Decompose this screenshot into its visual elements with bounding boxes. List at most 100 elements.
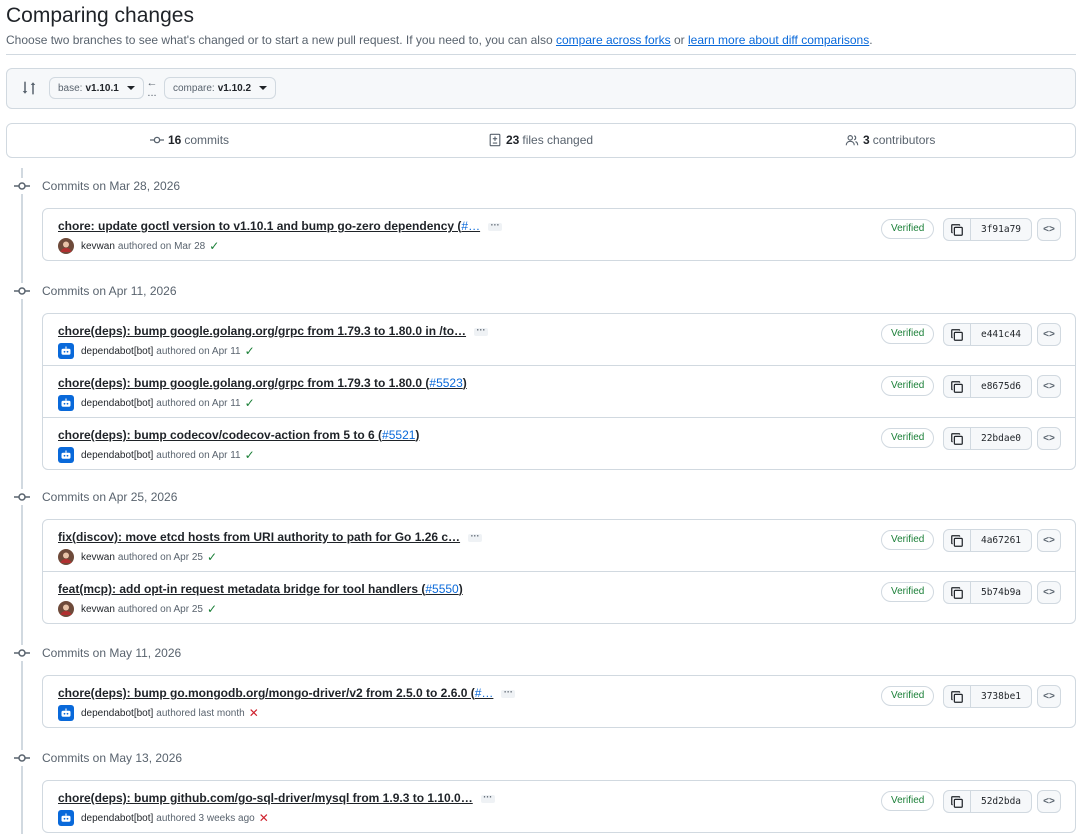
- commit-sha-link[interactable]: e441c44: [970, 323, 1032, 346]
- check-icon[interactable]: ✓: [245, 449, 255, 461]
- contributors-tab[interactable]: 3 contributors: [845, 133, 935, 147]
- check-icon[interactable]: ✓: [245, 397, 255, 409]
- bot-avatar[interactable]: [58, 343, 74, 359]
- avatar[interactable]: [58, 549, 74, 565]
- learn-more-link[interactable]: learn more about diff comparisons: [688, 33, 869, 47]
- author-link[interactable]: dependabot[bot]: [81, 813, 153, 824]
- verified-badge[interactable]: Verified: [881, 582, 935, 602]
- commit-sha-link[interactable]: 5b74b9a: [970, 581, 1032, 604]
- bot-avatar[interactable]: [58, 447, 74, 463]
- copy-sha-button[interactable]: [943, 790, 971, 813]
- author-link[interactable]: dependabot[bot]: [81, 708, 153, 719]
- commit-date-heading: Commits on Mar 28, 2026: [14, 177, 180, 195]
- check-icon[interactable]: ✓: [207, 603, 217, 615]
- author-link[interactable]: dependabot[bot]: [81, 346, 153, 357]
- commit-date-heading: Commits on May 13, 2026: [14, 749, 182, 767]
- expand-message-button[interactable]: ···: [480, 792, 495, 803]
- authored-time: authored on Mar 28: [117, 240, 206, 252]
- verified-badge[interactable]: Verified: [881, 791, 935, 811]
- verified-badge[interactable]: Verified: [881, 428, 935, 448]
- copy-sha-button[interactable]: [943, 427, 971, 450]
- author-link[interactable]: kevwan: [81, 552, 115, 563]
- author-link[interactable]: dependabot[bot]: [81, 450, 153, 461]
- expand-message-button[interactable]: ···: [474, 325, 489, 336]
- compare-across-forks-link[interactable]: compare across forks: [556, 33, 671, 47]
- browse-repo-button[interactable]: <>: [1037, 685, 1061, 708]
- x-icon[interactable]: ✕: [249, 707, 259, 719]
- commit-sha-link[interactable]: 22bdae0: [970, 427, 1032, 450]
- browse-repo-button[interactable]: <>: [1037, 427, 1061, 450]
- header-divider: [6, 54, 1076, 55]
- commit-sha-link[interactable]: 3f91a79: [970, 218, 1032, 241]
- pull-request-link[interactable]: #5521: [382, 428, 415, 442]
- author-link[interactable]: kevwan: [81, 604, 115, 615]
- bot-avatar[interactable]: [58, 395, 74, 411]
- author-link[interactable]: dependabot[bot]: [81, 398, 153, 409]
- copy-icon: [950, 690, 964, 704]
- expand-message-button[interactable]: ···: [468, 531, 483, 542]
- check-icon[interactable]: ✓: [207, 551, 217, 563]
- subtitle-or: or: [670, 33, 689, 47]
- commit-title-link[interactable]: chore(deps): bump github.com/go-sql-driv…: [58, 791, 495, 805]
- copy-sha-button[interactable]: [943, 581, 971, 604]
- x-icon[interactable]: ✕: [259, 812, 269, 824]
- commit-meta: dependabot[bot] authored on Apr 11 ✓: [58, 395, 255, 411]
- avatar[interactable]: [58, 601, 74, 617]
- copy-sha-button[interactable]: [943, 323, 971, 346]
- bot-avatar[interactable]: [58, 705, 74, 721]
- commit-title-link[interactable]: chore: update goctl version to v1.10.1 a…: [58, 219, 503, 233]
- commit-sha-link[interactable]: 4a67261: [970, 529, 1032, 552]
- check-icon[interactable]: ✓: [245, 345, 255, 357]
- commits-tab[interactable]: 16 commits: [150, 133, 229, 147]
- avatar[interactable]: [58, 238, 74, 254]
- copy-sha-button[interactable]: [943, 375, 971, 398]
- base-branch-select[interactable]: base: v1.10.1: [49, 77, 144, 99]
- copy-sha-button[interactable]: [943, 685, 971, 708]
- commit-meta: kevwan authored on Apr 25 ✓: [58, 601, 217, 617]
- commit-title-link[interactable]: chore(deps): bump go.mongodb.org/mongo-d…: [58, 686, 516, 700]
- commit-row: chore(deps): bump google.golang.org/grpc…: [43, 314, 1075, 366]
- compare-branch-select[interactable]: compare: v1.10.2: [164, 77, 277, 99]
- commit-title-link[interactable]: chore(deps): bump google.golang.org/grpc…: [58, 376, 467, 390]
- expand-message-button[interactable]: ···: [488, 220, 503, 231]
- browse-repo-button[interactable]: <>: [1037, 323, 1061, 346]
- files-label: files changed: [522, 133, 594, 147]
- commit-title-link[interactable]: chore(deps): bump codecov/codecov-action…: [58, 428, 419, 442]
- bot-avatar[interactable]: [58, 810, 74, 826]
- commit-meta: dependabot[bot] authored 3 weeks ago ✕: [58, 810, 269, 826]
- code-icon: <>: [1043, 381, 1055, 392]
- pull-request-link[interactable]: #5523: [429, 376, 462, 390]
- commit-title-link[interactable]: feat(mcp): add opt-in request metadata b…: [58, 582, 463, 596]
- expand-message-button[interactable]: ···: [501, 687, 516, 698]
- commit-row: chore(deps): bump go.mongodb.org/mongo-d…: [43, 676, 1075, 727]
- copy-sha-button[interactable]: [943, 529, 971, 552]
- browse-repo-button[interactable]: <>: [1037, 375, 1061, 398]
- verified-badge[interactable]: Verified: [881, 376, 935, 396]
- git-compare-icon: [22, 81, 36, 95]
- commit-message-close: ): [458, 582, 463, 596]
- browse-repo-button[interactable]: <>: [1037, 218, 1061, 241]
- commit-title-link[interactable]: chore(deps): bump google.golang.org/grpc…: [58, 324, 489, 338]
- commit-group: chore(deps): bump google.golang.org/grpc…: [42, 313, 1076, 470]
- commit-title-link[interactable]: fix(discov): move etcd hosts from URI au…: [58, 530, 483, 544]
- pull-request-link[interactable]: #…: [475, 686, 494, 700]
- verified-badge[interactable]: Verified: [881, 219, 935, 239]
- commit-sha-link[interactable]: 3738be1: [970, 685, 1032, 708]
- verified-badge[interactable]: Verified: [881, 530, 935, 550]
- verified-badge[interactable]: Verified: [881, 324, 935, 344]
- commit-date-heading: Commits on Apr 11, 2026: [14, 282, 177, 300]
- copy-sha-button[interactable]: [943, 218, 971, 241]
- pull-request-link[interactable]: #…: [461, 219, 480, 233]
- commit-sha-link[interactable]: e8675d6: [970, 375, 1032, 398]
- commit-sha-link[interactable]: 52d2bda: [970, 790, 1032, 813]
- browse-repo-button[interactable]: <>: [1037, 581, 1061, 604]
- browse-repo-button[interactable]: <>: [1037, 790, 1061, 813]
- pull-request-link[interactable]: #5550: [425, 582, 458, 596]
- author-link[interactable]: kevwan: [81, 241, 115, 252]
- range-dots: ...: [147, 87, 157, 99]
- verified-badge[interactable]: Verified: [881, 686, 935, 706]
- code-icon: <>: [1043, 691, 1055, 702]
- check-icon[interactable]: ✓: [209, 240, 219, 252]
- files-changed-tab[interactable]: 23 files changed: [488, 133, 593, 147]
- browse-repo-button[interactable]: <>: [1037, 529, 1061, 552]
